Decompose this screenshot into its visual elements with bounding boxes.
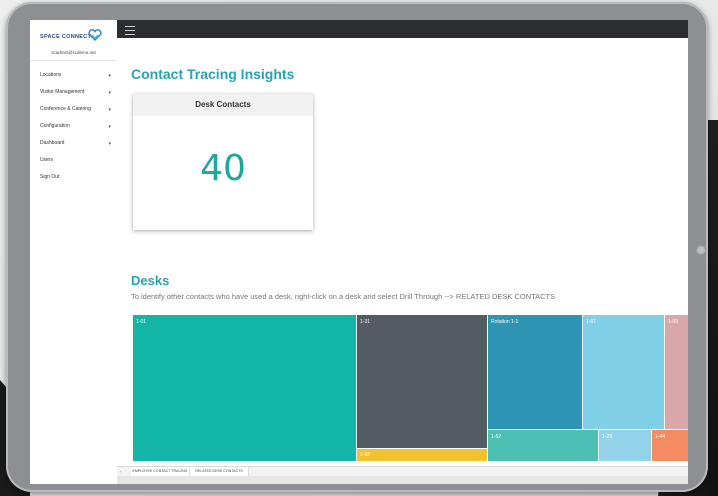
treemap-tile[interactable]: 1-31 <box>357 315 487 448</box>
sidebar-item-users[interactable]: Users <box>30 157 117 174</box>
report-toolbar <box>117 38 688 57</box>
chevron-left-icon[interactable]: ‹ <box>120 467 121 476</box>
chevron-down-icon: ▾ <box>108 141 111 147</box>
sidebar-nav: Locations ▾ Visitor Management ▾ Confere… <box>30 72 117 191</box>
sidebar-item-label: Locations <box>40 72 62 78</box>
sidebar-item-label: Configuration <box>40 123 70 129</box>
user-email: scadmin@scdemo.net <box>51 50 96 55</box>
sidebar: SPACE CONNECT scadmin@scdemo.net Locatio… <box>30 20 118 484</box>
treemap-tile[interactable]: Rotation 1-1 <box>488 315 582 429</box>
sidebar-item-label: Users <box>40 157 54 163</box>
heart-logo-icon <box>88 29 102 41</box>
treemap-tile[interactable]: 1-01 <box>133 315 356 461</box>
treemap-tile[interactable]: 1-09 <box>665 315 688 429</box>
treemap-tile-label: 1-44 <box>655 434 666 440</box>
treemap-tile[interactable]: 1-03 <box>357 449 487 461</box>
treemap-tile-label: 1-03 <box>360 452 371 458</box>
card-value: 40 <box>200 148 246 189</box>
sidebar-item-conference-catering[interactable]: Conference & Catering ▾ <box>30 106 117 123</box>
sidebar-item-label: Conference & Catering <box>40 106 91 112</box>
tab-related-desk-contacts[interactable]: RELATED DESK CONTACTS <box>190 467 249 476</box>
sidebar-item-visitor-management[interactable]: Visitor Management ▾ <box>30 89 117 106</box>
treemap-tile-label: 1-07 <box>586 319 597 325</box>
chevron-down-icon: ▾ <box>108 107 111 113</box>
card-label: Desk Contacts <box>133 94 313 116</box>
tab-label: EMPLOYEE CONTACT TRACING <box>132 469 188 473</box>
hamburger-menu-icon[interactable] <box>125 26 135 35</box>
desks-subtitle: To identify other contacts who have used… <box>131 292 556 301</box>
treemap-tile-label: Rotation 1-1 <box>491 319 519 325</box>
bottom-strip <box>117 476 688 484</box>
sidebar-item-sign-out[interactable]: Sign Out <box>30 174 117 191</box>
treemap-tile-label: 1-31 <box>360 319 371 325</box>
report-canvas: Contact Tracing Insights Desk Contacts 4… <box>117 56 688 466</box>
tab-label: RELATED DESK CONTACTS <box>195 469 243 473</box>
sidebar-item-label: Visitor Management <box>40 89 85 95</box>
desks-treemap: 1-01 1-31 1-03 Rotation 1-1 1-07 1-09 1-… <box>133 315 688 461</box>
tablet-frame: SPACE CONNECT scadmin@scdemo.net Locatio… <box>6 2 708 492</box>
sidebar-item-configuration[interactable]: Configuration ▾ <box>30 123 117 140</box>
desk-contacts-card[interactable]: Desk Contacts 40 <box>133 94 313 230</box>
desks-title: Desks <box>131 273 170 288</box>
tablet-home-button <box>696 245 706 255</box>
treemap-tile-label: 1-52 <box>491 434 502 440</box>
chevron-down-icon: ▾ <box>108 73 111 79</box>
brand-logo[interactable]: SPACE CONNECT <box>40 28 112 46</box>
sidebar-item-locations[interactable]: Locations ▾ <box>30 72 117 89</box>
top-bar <box>117 20 688 38</box>
treemap-tile-label: 1-09 <box>668 319 679 325</box>
chevron-down-icon: ▾ <box>108 124 111 130</box>
screen: SPACE CONNECT scadmin@scdemo.net Locatio… <box>30 20 688 484</box>
page-title: Contact Tracing Insights <box>131 66 295 82</box>
treemap-tile[interactable]: 1-07 <box>583 315 664 429</box>
sidebar-divider <box>30 60 117 61</box>
sidebar-item-label: Sign Out <box>40 174 60 180</box>
treemap-tile[interactable]: 1-29 <box>599 430 651 461</box>
treemap-tile-label: 1-29 <box>602 434 613 440</box>
sidebar-item-label: Dashboard <box>40 140 65 146</box>
treemap-tile[interactable]: 1-44 <box>652 430 688 461</box>
sidebar-item-dashboard[interactable]: Dashboard ▾ <box>30 140 117 157</box>
treemap-tile[interactable]: 1-52 <box>488 430 598 461</box>
chevron-down-icon: ▾ <box>108 90 111 96</box>
treemap-tile-label: 1-01 <box>136 319 147 325</box>
brand-name: SPACE CONNECT <box>40 34 92 40</box>
